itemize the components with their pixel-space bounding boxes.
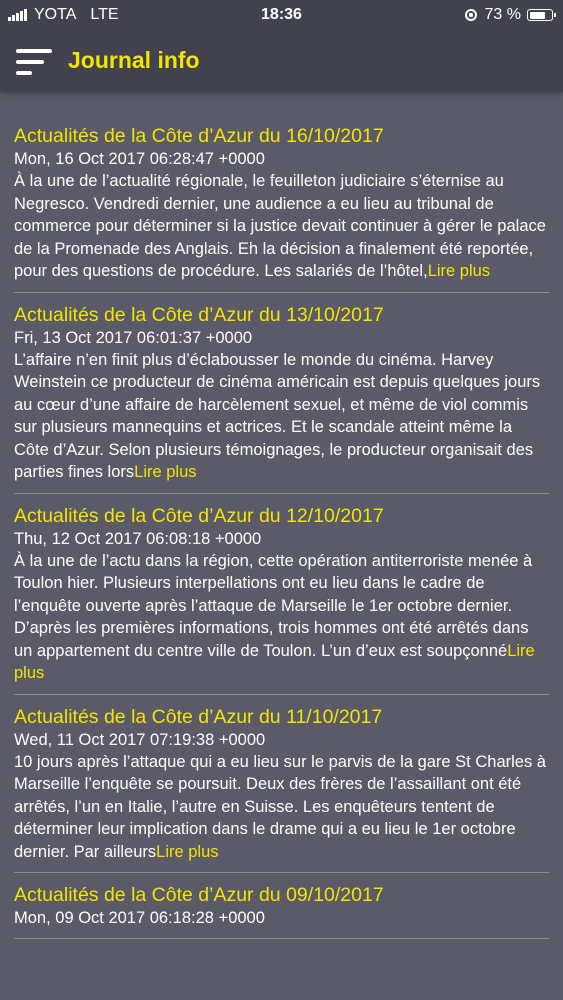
article-item[interactable]: Actualités de la Côte d’Azur du 12/10/20… [14,494,549,695]
article-item[interactable]: Actualités de la Côte d’Azur du 09/10/20… [14,873,549,939]
battery-icon [527,9,556,21]
article-item[interactable]: Actualités de la Côte d’Azur du 16/10/20… [14,92,549,293]
article-item[interactable]: Actualités de la Côte d’Azur du 11/10/20… [14,695,549,873]
page-title: Journal info [68,47,200,73]
read-more-link[interactable]: Lire plus [134,463,196,481]
article-summary-text: L’affaire n’en finit plus d’éclabousser … [14,350,541,482]
read-more-link[interactable]: Lire plus [156,843,218,861]
article-date: Wed, 11 Oct 2017 07:19:38 +0000 [14,730,266,749]
article-title[interactable]: Actualités de la Côte d’Azur du 16/10/20… [14,124,549,148]
article-summary: À la une de l’actualité régionale, le fe… [14,170,549,283]
battery-percent: 73 % [484,6,521,23]
article-title[interactable]: Actualités de la Côte d’Azur du 12/10/20… [14,504,549,528]
article-title[interactable]: Actualités de la Côte d’Azur du 09/10/20… [14,883,549,907]
read-more-link[interactable]: Lire plus [428,262,490,280]
article-summary: 10 jours après l’attaque qui a eu lieu s… [14,751,549,864]
article-item[interactable]: Actualités de la Côte d’Azur du 13/10/20… [14,293,549,494]
battery-fill [529,11,545,19]
article-date: Thu, 12 Oct 2017 06:08:18 +0000 [14,529,262,548]
article-date: Mon, 09 Oct 2017 06:18:28 +0000 [14,909,265,927]
menu-icon[interactable] [16,49,52,75]
status-right: 73 % [464,6,556,24]
article-date: Fri, 13 Oct 2017 06:01:37 +0000 [14,328,253,347]
article-summary: L’affaire n’en finit plus d’éclabousser … [14,349,549,484]
rotation-lock-icon [464,9,477,21]
article-title[interactable]: Actualités de la Côte d’Azur du 11/10/20… [14,705,549,729]
status-bar: YOTA LTE 18:36 73 % [0,0,563,30]
article-summary: À la une de l’actu dans la région, cette… [14,550,549,685]
article-summary-text: 10 jours après l’attaque qui a eu lieu s… [14,752,546,861]
article-date: Mon, 16 Oct 2017 06:28:47 +0000 [14,150,265,168]
article-summary-text: À la une de l’actu dans la région, cette… [14,551,533,660]
app-bar: Journal info [0,30,563,92]
article-title[interactable]: Actualités de la Côte d’Azur du 13/10/20… [14,303,549,327]
article-list[interactable]: Actualités de la Côte d’Azur du 16/10/20… [0,92,563,1000]
